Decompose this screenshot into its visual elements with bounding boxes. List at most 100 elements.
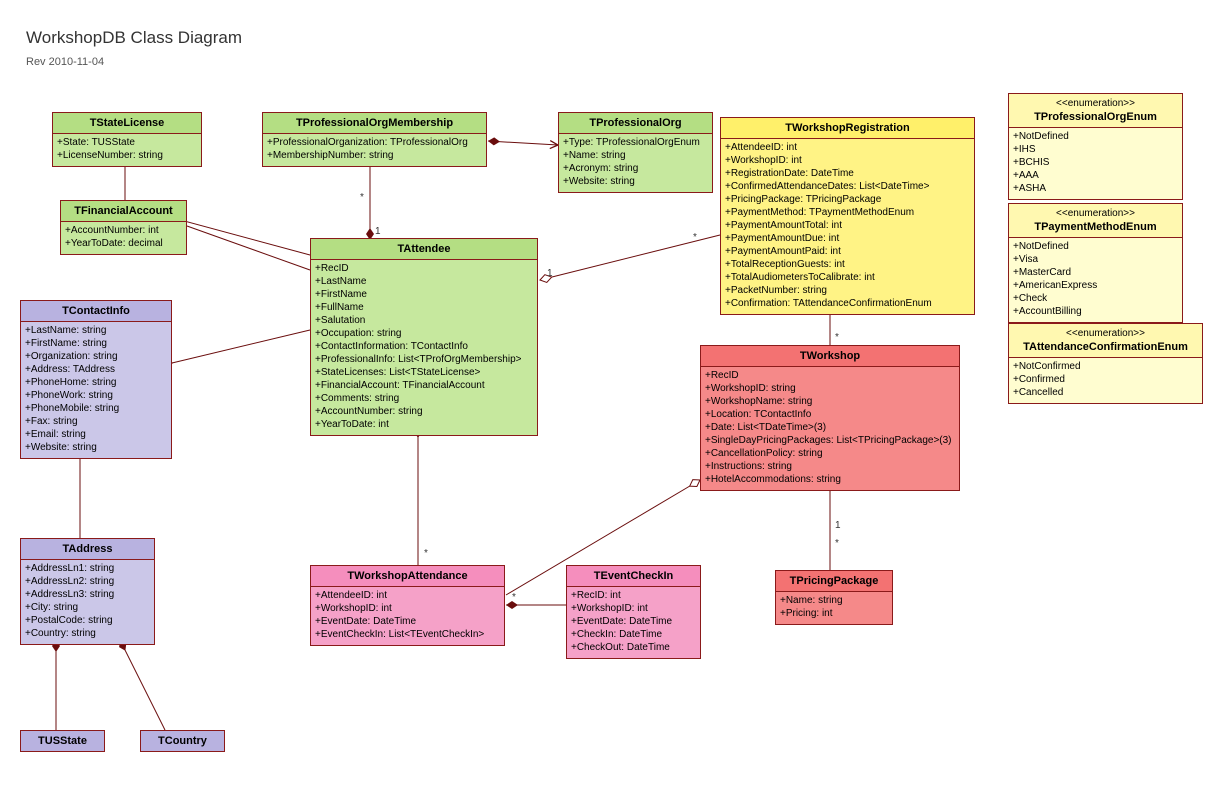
- attribute: +WorkshopID: int: [315, 602, 500, 615]
- attribute: +Confirmation: TAttendanceConfirmationEn…: [725, 297, 970, 310]
- attribute: +Confirmed: [1013, 373, 1198, 386]
- attribute: +Date: List<TDateTime>(3): [705, 421, 955, 434]
- class-body: +RecID: int+WorkshopID: int+EventDate: D…: [567, 587, 700, 658]
- attribute: +PhoneWork: string: [25, 389, 167, 402]
- class-body: +NotConfirmed+Confirmed+Cancelled: [1009, 358, 1202, 403]
- attribute: +FullName: [315, 301, 533, 314]
- mult-star: *: [835, 538, 839, 549]
- attribute: +CheckIn: DateTime: [571, 628, 696, 641]
- attribute: +SingleDayPricingPackages: List<TPricing…: [705, 434, 955, 447]
- attribute: +ContactInformation: TContactInfo: [315, 340, 533, 353]
- attribute: +Email: string: [25, 428, 167, 441]
- attribute: +Name: string: [563, 149, 708, 162]
- attribute: +NotDefined: [1013, 130, 1178, 143]
- class-title: TWorkshopAttendance: [311, 566, 504, 587]
- class-title: <<enumeration>> TProfessionalOrgEnum: [1009, 94, 1182, 128]
- attribute: +State: TUSState: [57, 136, 197, 149]
- attribute: +FinancialAccount: TFinancialAccount: [315, 379, 533, 392]
- class-title: TUSState: [21, 731, 104, 751]
- class-title: TWorkshop: [701, 346, 959, 367]
- attribute: +Pricing: int: [780, 607, 888, 620]
- attribute: +LastName: [315, 275, 533, 288]
- mult-star: *: [693, 232, 697, 243]
- attribute: +Country: string: [25, 627, 150, 640]
- attribute: +Type: TProfessionalOrgEnum: [563, 136, 708, 149]
- attribute: +Visa: [1013, 253, 1178, 266]
- attribute: +RecID: [315, 262, 533, 275]
- attribute: +MasterCard: [1013, 266, 1178, 279]
- attribute: +ProfessionalInfo: List<TProfOrgMembersh…: [315, 353, 533, 366]
- class-TWorkshopAttendance: TWorkshopAttendance +AttendeeID: int+Wor…: [310, 565, 505, 646]
- enum-TPaymentMethodEnum: <<enumeration>> TPaymentMethodEnum +NotD…: [1008, 203, 1183, 323]
- attribute: +RegistrationDate: DateTime: [725, 167, 970, 180]
- attribute: +YearToDate: int: [315, 418, 533, 431]
- class-title: TProfessionalOrgMembership: [263, 113, 486, 134]
- enum-TProfessionalOrgEnum: <<enumeration>> TProfessionalOrgEnum +No…: [1008, 93, 1183, 200]
- attribute: +Comments: string: [315, 392, 533, 405]
- attribute: +Instructions: string: [705, 460, 955, 473]
- attribute: +RecID: [705, 369, 955, 382]
- attribute: +Name: string: [780, 594, 888, 607]
- attribute: +PaymentAmountDue: int: [725, 232, 970, 245]
- attribute: +WorkshopID: string: [705, 382, 955, 395]
- attribute: +WorkshopID: int: [571, 602, 696, 615]
- class-TAttendee: TAttendee +RecID+LastName+FirstName+Full…: [310, 238, 538, 436]
- attribute: +PhoneHome: string: [25, 376, 167, 389]
- attribute: +StateLicenses: List<TStateLicense>: [315, 366, 533, 379]
- attribute: +ConfirmedAttendanceDates: List<DateTime…: [725, 180, 970, 193]
- attribute: +TotalAudiometersToCalibrate: int: [725, 271, 970, 284]
- attribute: +AddressLn3: string: [25, 588, 150, 601]
- diagram-revision: Rev 2010-11-04: [26, 56, 104, 68]
- diagram-title: WorkshopDB Class Diagram: [26, 28, 242, 48]
- class-body: +LastName: string+FirstName: string+Orga…: [21, 322, 171, 458]
- class-body: +Type: TProfessionalOrgEnum+Name: string…: [559, 134, 712, 192]
- class-TProfessionalOrg: TProfessionalOrg +Type: TProfessionalOrg…: [558, 112, 713, 193]
- attribute: +LastName: string: [25, 324, 167, 337]
- attribute: +AttendeeID: int: [725, 141, 970, 154]
- attribute: +HotelAccommodations: string: [705, 473, 955, 486]
- class-body: +AttendeeID: int+WorkshopID: int+Registr…: [721, 139, 974, 314]
- attribute: +EventDate: DateTime: [315, 615, 500, 628]
- stereotype: <<enumeration>>: [1013, 207, 1178, 220]
- attribute: +Fax: string: [25, 415, 167, 428]
- attribute: +Cancelled: [1013, 386, 1198, 399]
- class-title: TFinancialAccount: [61, 201, 186, 222]
- class-body: +ProfessionalOrganization: TProfessional…: [263, 134, 486, 166]
- class-title: TWorkshopRegistration: [721, 118, 974, 139]
- class-title: TEventCheckIn: [567, 566, 700, 587]
- attribute: +AccountNumber: int: [65, 224, 182, 237]
- attribute: +PhoneMobile: string: [25, 402, 167, 415]
- class-TWorkshop: TWorkshop +RecID+WorkshopID: string+Work…: [700, 345, 960, 491]
- class-body: +Name: string+Pricing: int: [776, 592, 892, 624]
- attribute: +Website: string: [25, 441, 167, 454]
- attribute: +AttendeeID: int: [315, 589, 500, 602]
- mult-one: 1: [547, 268, 553, 279]
- stereotype: <<enumeration>>: [1013, 97, 1178, 110]
- class-TEventCheckIn: TEventCheckIn +RecID: int+WorkshopID: in…: [566, 565, 701, 659]
- attribute: +RecID: int: [571, 589, 696, 602]
- attribute: +CheckOut: DateTime: [571, 641, 696, 654]
- mult-one: 1: [835, 520, 841, 531]
- mult-star: *: [835, 332, 839, 343]
- class-body: +AccountNumber: int+YearToDate: decimal: [61, 222, 186, 254]
- mult-star: *: [360, 192, 364, 203]
- class-title: TAttendee: [311, 239, 537, 260]
- attribute: +Location: TContactInfo: [705, 408, 955, 421]
- attribute: +AccountNumber: string: [315, 405, 533, 418]
- class-TProfessionalOrgMembership: TProfessionalOrgMembership +Professional…: [262, 112, 487, 167]
- attribute: +TotalReceptionGuests: int: [725, 258, 970, 271]
- attribute: +EventCheckIn: List<TEventCheckIn>: [315, 628, 500, 641]
- mult-one: 1: [375, 226, 381, 237]
- attribute: +Salutation: [315, 314, 533, 327]
- mult-star: *: [512, 592, 516, 603]
- attribute: +WorkshopName: string: [705, 395, 955, 408]
- attribute: +FirstName: string: [25, 337, 167, 350]
- attribute: +Occupation: string: [315, 327, 533, 340]
- class-title: <<enumeration>> TAttendanceConfirmationE…: [1009, 324, 1202, 358]
- attribute: +Organization: string: [25, 350, 167, 363]
- attribute: +Website: string: [563, 175, 708, 188]
- attribute: +PaymentMethod: TPaymentMethodEnum: [725, 206, 970, 219]
- attribute: +PaymentAmountPaid: int: [725, 245, 970, 258]
- class-title: TContactInfo: [21, 301, 171, 322]
- class-body: +AddressLn1: string+AddressLn2: string+A…: [21, 560, 154, 644]
